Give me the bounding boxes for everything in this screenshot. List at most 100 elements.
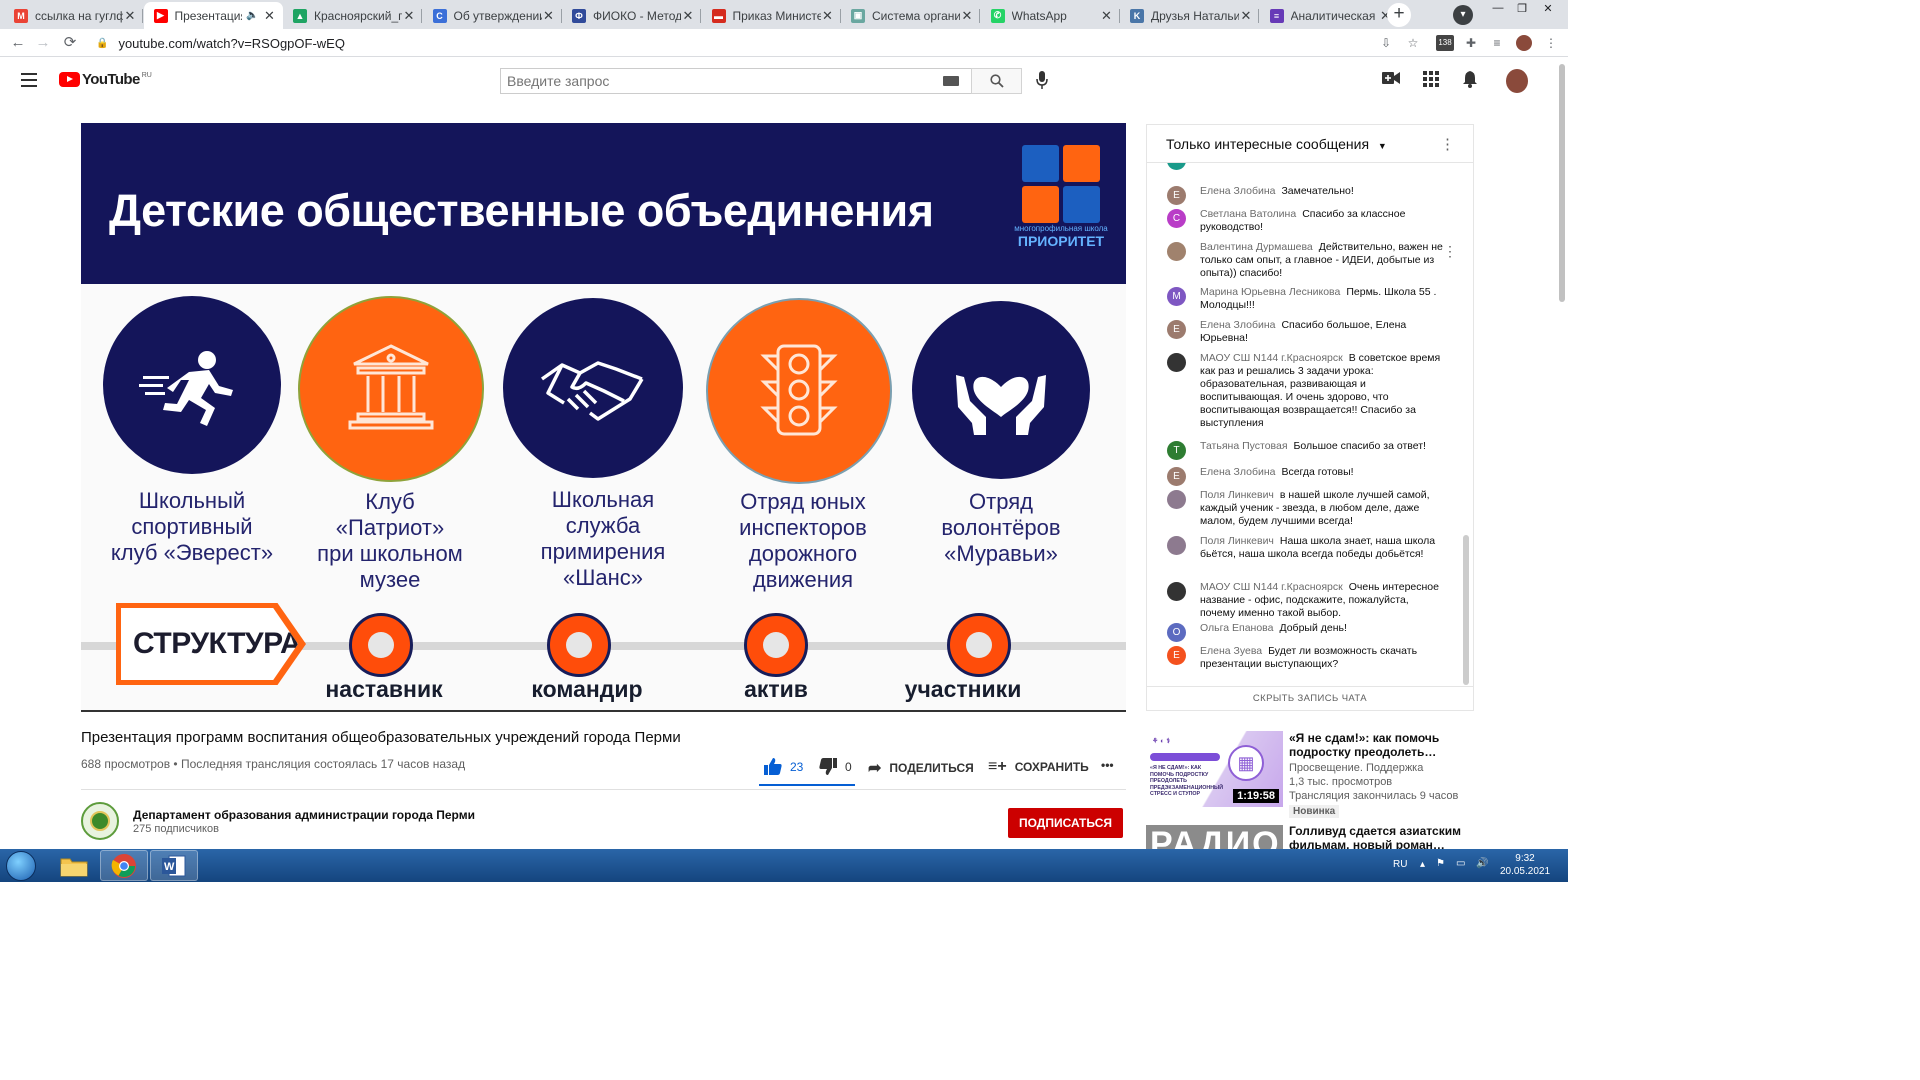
chat-author[interactable]: Поля Линкевич [1200, 535, 1274, 547]
search-button[interactable] [971, 68, 1022, 94]
chrome-icon[interactable] [100, 850, 148, 881]
like-button[interactable]: 23 [764, 758, 803, 775]
browser-tab[interactable]: ≡Аналитическая спр✕ [1260, 2, 1399, 29]
address-bar[interactable]: 🔒 youtube.com/watch?v=RSOgpOF-wEQ [88, 32, 1408, 54]
chat-avatar[interactable]: Е [1167, 320, 1186, 339]
tab-search-icon[interactable]: ▾ [1453, 5, 1473, 25]
volume-icon[interactable]: 🔊 [1476, 858, 1488, 869]
profile-avatar-icon[interactable] [1516, 35, 1532, 51]
chat-avatar[interactable]: Т [1167, 441, 1186, 460]
subscribe-button[interactable]: ПОДПИСАТЬСЯ [1008, 808, 1123, 838]
chat-avatar[interactable] [1167, 163, 1186, 170]
word-icon[interactable]: W [150, 850, 198, 881]
browser-tab[interactable]: Mссылка на гуглформ✕ [4, 2, 143, 29]
chat-author[interactable]: Елена Злобина [1200, 319, 1275, 331]
recommended-title[interactable]: Голливуд сдается азиатским фильмам, новы… [1289, 825, 1469, 849]
recommended-title[interactable]: «Я не сдам!»: как помочь подростку преод… [1289, 731, 1469, 759]
recommended-video[interactable]: ⚘ ◐ ⚕ «Я НЕ СДАМ!»: КАК ПОМОЧЬ ПОДРОСТКУ… [1146, 731, 1476, 821]
flag-icon[interactable]: ⚑ [1436, 858, 1445, 869]
chat-author[interactable]: Татьяна Пустовая [1200, 440, 1288, 452]
new-tab-button[interactable]: + [1387, 3, 1411, 27]
browser-tab[interactable]: ▬ Приказ Министерс✕ [702, 2, 841, 29]
extensions-puzzle-icon[interactable]: ✚ [1463, 35, 1479, 51]
chat-avatar[interactable] [1167, 242, 1186, 261]
close-tab-icon[interactable]: ✕ [263, 8, 277, 24]
menu-hamburger-icon[interactable] [21, 73, 37, 87]
browser-tab[interactable]: Ф ФИОКО - Методик✕ [562, 2, 701, 29]
close-tab-icon[interactable]: ✕ [542, 8, 556, 24]
browser-tab[interactable]: ▲ Красноярский_пед✕ [283, 2, 422, 29]
microphone-icon[interactable] [1034, 71, 1050, 91]
page-scrollbar[interactable] [1559, 64, 1565, 302]
start-button-icon[interactable] [6, 851, 36, 881]
language-indicator[interactable]: RU [1393, 859, 1407, 870]
restore-icon[interactable]: ❐ [1512, 2, 1532, 16]
create-video-icon[interactable] [1381, 71, 1401, 91]
video-thumbnail[interactable]: ⚘ ◐ ⚕ «Я НЕ СДАМ!»: КАК ПОМОЧЬ ПОДРОСТКУ… [1146, 731, 1283, 807]
chat-avatar[interactable] [1167, 490, 1186, 509]
save-button[interactable]: ≡+ СОХРАНИТЬ [988, 758, 1089, 776]
reload-icon[interactable]: ⟳ [60, 33, 80, 53]
system-clock[interactable]: 9:32 20.05.2021 [1490, 852, 1560, 878]
explorer-folder-icon[interactable] [50, 850, 98, 881]
close-tab-icon[interactable]: ✕ [1239, 8, 1253, 24]
dislike-button[interactable]: 0 [819, 758, 852, 775]
chat-avatar[interactable]: Е [1167, 646, 1186, 665]
close-tab-icon[interactable]: ✕ [960, 8, 974, 24]
chat-author[interactable]: Елена Злобина [1200, 466, 1275, 478]
chat-scrollbar[interactable] [1463, 535, 1469, 685]
browser-tab[interactable]: ▶ Презентация п🔈 ✕ [143, 2, 283, 29]
bookmark-star-icon[interactable]: ☆ [1405, 35, 1421, 51]
reading-list-icon[interactable]: ≡ [1489, 35, 1505, 51]
chat-author[interactable]: Валентина Дурмашева [1200, 241, 1313, 253]
chat-author[interactable]: МАОУ СШ N144 г.Красноярск [1200, 581, 1343, 593]
close-tab-icon[interactable]: ✕ [821, 8, 835, 24]
user-avatar[interactable] [1506, 69, 1528, 93]
notifications-bell-icon[interactable] [1460, 71, 1480, 91]
video-progress-bar[interactable] [81, 710, 1126, 712]
message-menu-icon[interactable]: ⋮ [1443, 243, 1457, 260]
search-input[interactable]: Введите запрос [500, 68, 972, 94]
youtube-logo[interactable]: YouTube RU [59, 72, 152, 87]
apps-grid-icon[interactable] [1421, 71, 1441, 91]
chat-author[interactable]: Светлана Ватолина [1200, 208, 1296, 220]
chat-avatar[interactable] [1167, 582, 1186, 601]
more-actions-button[interactable]: ••• [1101, 758, 1114, 772]
chat-author[interactable]: Поля Линкевич [1200, 489, 1274, 501]
chat-avatar[interactable]: М [1167, 287, 1186, 306]
chat-avatar[interactable]: Е [1167, 186, 1186, 205]
browser-tab[interactable]: C Об утверждении К✕ [423, 2, 562, 29]
minimize-icon[interactable]: — [1488, 2, 1508, 16]
chat-mode-dropdown[interactable]: Только интересные сообщения ▼ [1166, 136, 1387, 152]
channel-name[interactable]: Департамент образования администрации го… [133, 808, 475, 822]
close-tab-icon[interactable]: ✕ [681, 8, 695, 24]
keyboard-icon[interactable] [943, 76, 959, 86]
video-player[interactable]: Детские общественные объединения многопр… [81, 123, 1126, 712]
chat-avatar[interactable] [1167, 353, 1186, 372]
close-tab-icon[interactable]: ✕ [123, 8, 137, 24]
chat-author[interactable]: Елена Злобина [1200, 185, 1275, 197]
chat-author[interactable]: Ольга Епанова [1200, 622, 1273, 634]
share-button[interactable]: ➦ ПОДЕЛИТЬСЯ [868, 758, 974, 778]
video-thumbnail[interactable]: РАДИО [1146, 825, 1283, 849]
close-tab-icon[interactable]: ✕ [1100, 8, 1114, 24]
install-app-icon[interactable]: ⇩ [1378, 35, 1394, 51]
chat-avatar[interactable]: С [1167, 209, 1186, 228]
channel-avatar[interactable] [81, 802, 119, 840]
tray-expand-icon[interactable]: ▴ [1420, 859, 1425, 870]
chat-author[interactable]: Елена Зуева [1200, 645, 1262, 657]
close-tab-icon[interactable]: ✕ [402, 8, 416, 24]
close-window-icon[interactable]: ✕ [1538, 2, 1558, 16]
recommended-video[interactable]: РАДИО Голливуд сдается азиатским фильмам… [1146, 825, 1476, 849]
chat-avatar[interactable] [1167, 536, 1186, 555]
browser-tab[interactable]: ▣ Система организа✕ [841, 2, 980, 29]
chat-avatar[interactable]: Е [1167, 467, 1186, 486]
network-icon[interactable]: ▭ [1456, 858, 1465, 869]
extension-badge-icon[interactable]: 138 [1436, 35, 1454, 51]
chat-more-icon[interactable]: ⋮ [1440, 135, 1455, 153]
chat-author[interactable]: МАОУ СШ N144 г.Красноярск [1200, 352, 1343, 364]
tab-audio-icon[interactable]: 🔈 [246, 10, 258, 21]
hide-chat-button[interactable]: СКРЫТЬ ЗАПИСЬ ЧАТА [1147, 686, 1473, 711]
browser-tab[interactable]: ✆ WhatsApp ✕ [981, 2, 1120, 29]
forward-icon[interactable]: → [33, 33, 53, 53]
